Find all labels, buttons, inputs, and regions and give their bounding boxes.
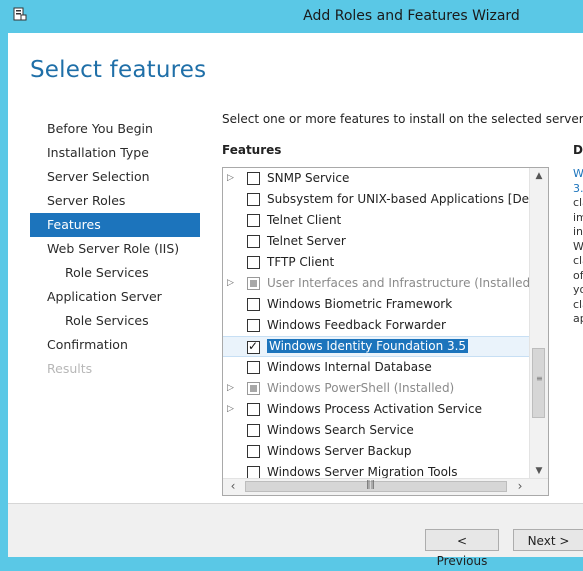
feature-checkbox[interactable] [247,235,260,248]
feature-label: Windows Biometric Framework [267,297,453,311]
expand-arrow-icon[interactable]: ▷ [227,173,234,183]
description-line: yo [573,283,583,296]
feature-label: Windows Feedback Forwarder [267,318,446,332]
description-line: cla [573,254,583,267]
nav-item-web-server-role[interactable]: Web Server Role (IIS) [30,237,200,261]
feature-checkbox[interactable] [247,256,260,269]
feature-label: Telnet Server [267,234,346,248]
feature-checkbox[interactable] [247,339,260,354]
feature-row[interactable]: Windows Server Migration Tools [223,462,529,479]
scroll-up-icon[interactable]: ▲ [530,168,548,184]
feature-label: Windows Server Backup [267,444,412,458]
nav-item-installation-type[interactable]: Installation Type [30,141,200,165]
feature-checkbox[interactable] [247,298,260,311]
description-line: ap [573,312,583,325]
feature-row[interactable]: Windows Internal Database [223,357,529,378]
features-rows: ▷ SNMP Service Subsystem for UNIX-based Ap… [223,168,529,479]
feature-checkbox[interactable] [247,172,260,185]
description-line: of [573,268,583,282]
vertical-scrollbar[interactable]: ▲ ≡ ▼ [529,168,548,479]
feature-label: Windows Process Activation Service [267,402,482,416]
wizard-footer: < Previous Next > [8,504,583,568]
vertical-scroll-thumb[interactable]: ≡ [532,348,545,418]
scroll-down-icon[interactable]: ▼ [530,463,548,479]
nav-item-before-you-begin[interactable]: Before You Begin [30,117,200,141]
feature-label: User Interfaces and Infrastructure (Inst… [267,276,529,290]
feature-checkbox[interactable] [247,424,260,437]
feature-row[interactable]: Telnet Client [223,210,529,231]
previous-button[interactable]: < Previous [425,529,499,568]
feature-label: Subsystem for UNIX-based Applications [D… [267,192,529,206]
feature-row[interactable]: Windows Server Backup [223,441,529,462]
feature-label: Windows Server Migration Tools [267,465,458,479]
wizard-window: Select features Before You Begin Install… [8,33,583,568]
feature-row[interactable]: ▷ SNMP Service [223,168,529,189]
feature-row[interactable]: Windows Biometric Framework [223,294,529,315]
description-line[interactable]: W [573,167,583,182]
nav-item-role-services-app[interactable]: Role Services [30,309,200,333]
nav-item-confirmation[interactable]: Confirmation [30,333,200,357]
feature-row[interactable]: ▷ Windows Process Activation Service [223,399,529,420]
description-heading: D [573,143,583,157]
feature-checkbox[interactable] [247,214,260,227]
grip-icon: ≡ [536,374,543,383]
intro-text: Select one or more features to install o… [222,112,583,126]
feature-row[interactable]: Windows Search Service [223,420,529,441]
description-line: W [573,239,583,253]
nav-item-server-selection[interactable]: Server Selection [30,165,200,189]
nav-item-features[interactable]: Features [30,213,200,237]
expand-arrow-icon[interactable]: ▷ [227,404,234,414]
feature-label: Windows Search Service [267,423,414,437]
scroll-right-icon[interactable]: › [512,479,528,495]
feature-label: Windows Identity Foundation 3.5 [267,339,469,353]
feature-label: SNMP Service [267,171,350,185]
wizard-nav: Before You Begin Installation Type Serve… [30,117,200,381]
feature-checkbox[interactable] [247,403,260,416]
nav-item-role-services-iis[interactable]: Role Services [30,261,200,285]
next-button[interactable]: Next > [513,529,583,551]
feature-row[interactable]: Windows Identity Foundation 3.5 [223,336,529,357]
feature-row[interactable]: TFTP Client [223,252,529,273]
feature-checkbox[interactable] [247,382,260,395]
feature-row[interactable]: Subsystem for UNIX-based Applications [D… [223,189,529,210]
feature-label: Windows Internal Database [267,360,432,374]
feature-label: Telnet Client [267,213,342,227]
feature-checkbox[interactable] [247,319,260,332]
expand-arrow-icon[interactable]: ▷ [227,383,234,393]
nav-item-application-server[interactable]: Application Server [30,285,200,309]
grip-icon: ‖‖ [366,480,375,490]
features-list[interactable]: ▷ SNMP Service Subsystem for UNIX-based Ap… [222,167,549,496]
page-title: Select features [30,57,207,83]
feature-row[interactable]: ▷ User Interfaces and Infrastructure (Ins… [223,273,529,294]
feature-label: TFTP Client [267,255,335,269]
features-heading: Features [222,143,282,157]
description-line: im [573,210,583,224]
nav-item-server-roles[interactable]: Server Roles [30,189,200,213]
scroll-left-icon[interactable]: ‹ [225,479,241,495]
feature-row[interactable]: Windows Feedback Forwarder [223,315,529,336]
feature-row[interactable]: Telnet Server [223,231,529,252]
window-title: Add Roles and Features Wizard [303,8,520,24]
description-line: in [573,225,583,238]
title-bar: Add Roles and Features Wizard [0,0,583,33]
horizontal-scrollbar[interactable]: ‹ ‖‖ › [223,478,548,495]
feature-checkbox[interactable] [247,277,260,290]
feature-checkbox[interactable] [247,193,260,206]
feature-label: Windows PowerShell (Installed) [267,381,455,395]
description-line: cla [573,297,583,311]
feature-checkbox[interactable] [247,445,260,458]
description-line[interactable]: 3. [573,182,583,197]
horizontal-scroll-thumb[interactable]: ‖‖ [245,480,507,492]
description-text: W 3. cla im in W cla of yo cla ap [573,167,583,327]
expand-arrow-icon[interactable]: ▷ [227,278,234,288]
feature-row[interactable]: ▷ Windows PowerShell (Installed) [223,378,529,399]
feature-checkbox[interactable] [247,361,260,374]
description-line: cla [573,196,583,209]
nav-item-results: Results [47,361,93,376]
